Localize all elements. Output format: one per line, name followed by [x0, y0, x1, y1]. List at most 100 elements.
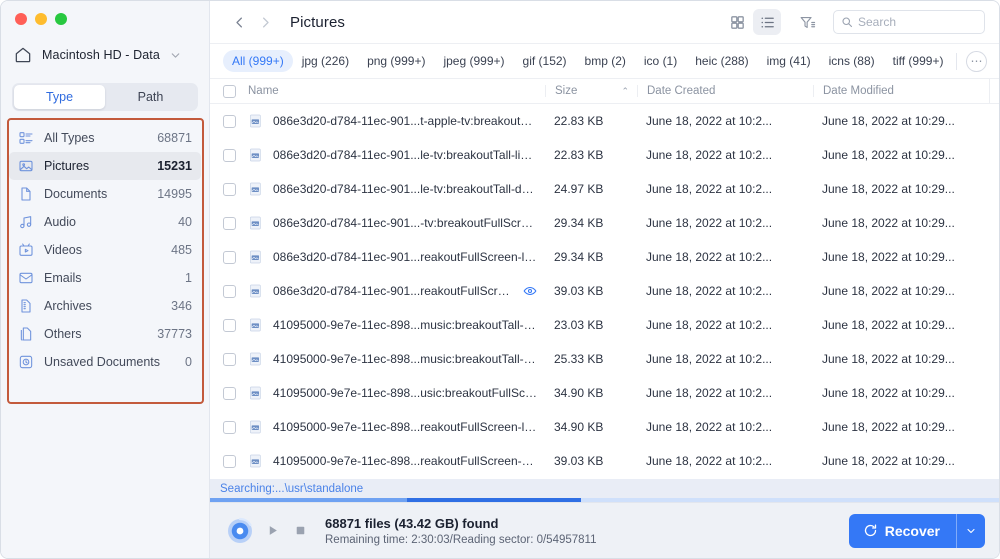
column-header-size[interactable]: Size ⌃ [545, 85, 637, 97]
filter-button[interactable] [793, 9, 821, 35]
sidebar-item-others[interactable]: Others 37773 [9, 320, 201, 348]
row-checkbox[interactable] [210, 285, 248, 298]
sidebar-mode-segmented-control[interactable]: Type Path [12, 83, 198, 111]
file-name-cell[interactable]: 086e3d20-d784-11ec-901...le-tv:breakoutT… [248, 181, 545, 197]
sidebar-item-emails[interactable]: Emails 1 [9, 264, 201, 292]
resume-scan-button[interactable] [261, 520, 283, 542]
recover-button-label: Recover [885, 523, 940, 539]
table-row[interactable]: 41095000-9e7e-11ec-898...reakoutFullScre… [210, 410, 999, 444]
table-row[interactable]: 41095000-9e7e-11ec-898...reakoutFullScre… [210, 444, 999, 478]
row-checkbox[interactable] [210, 387, 248, 400]
sidebar-item-documents[interactable]: Documents 14995 [9, 180, 201, 208]
table-row[interactable]: 086e3d20-d784-11ec-901...reakoutFullScre… [210, 274, 999, 308]
chip-bmp[interactable]: bmp (2) [576, 50, 635, 72]
sidebar-item-videos[interactable]: Videos 485 [9, 236, 201, 264]
recover-button-group[interactable]: Recover [849, 514, 985, 548]
search-box[interactable] [833, 10, 985, 34]
scan-progress-bar [210, 498, 999, 502]
minimize-window-button[interactable] [35, 13, 47, 25]
column-header-date-modified[interactable]: Date Modified [813, 85, 989, 97]
footer-status-bar: 68871 files (43.42 GB) found Remaining t… [210, 502, 999, 558]
file-size-cell: 39.03 KB [545, 284, 637, 298]
chip-tiff[interactable]: tiff (999+) [884, 50, 953, 72]
table-row[interactable]: 086e3d20-d784-11ec-901...le-tv:breakoutT… [210, 172, 999, 206]
file-name-cell[interactable]: 086e3d20-d784-11ec-901...le-tv:breakoutT… [248, 147, 545, 163]
maximize-window-button[interactable] [55, 13, 67, 25]
traffic-lights [1, 1, 209, 37]
file-name-cell[interactable]: 41095000-9e7e-11ec-898...music:breakoutT… [248, 351, 545, 367]
select-all-checkbox[interactable] [210, 85, 248, 98]
chip-heic[interactable]: heic (288) [686, 50, 757, 72]
column-header-date-created[interactable]: Date Created [637, 85, 813, 97]
recover-dropdown-button[interactable] [957, 514, 985, 548]
image-file-icon [248, 317, 264, 333]
file-name-cell[interactable]: 41095000-9e7e-11ec-898...music:breakoutT… [248, 317, 545, 333]
sidebar-item-label: All Types [44, 131, 147, 145]
sidebar-item-label: Emails [44, 271, 175, 285]
more-options-button[interactable]: ⋯ [966, 51, 987, 72]
table-row[interactable]: 41095000-9e7e-11ec-898...usic:breakoutFu… [210, 376, 999, 410]
sidebar-item-all-types[interactable]: All Types 68871 [9, 124, 201, 152]
row-checkbox[interactable] [210, 183, 248, 196]
row-checkbox[interactable] [210, 421, 248, 434]
search-input[interactable] [858, 15, 977, 29]
chip-jpg[interactable]: jpg (226) [293, 50, 358, 72]
file-list[interactable]: 086e3d20-d784-11ec-901...t-apple-tv:brea… [210, 104, 999, 479]
archives-icon [18, 298, 34, 314]
file-name-cell[interactable]: 41095000-9e7e-11ec-898...reakoutFullScre… [248, 453, 545, 469]
file-name-cell[interactable]: 086e3d20-d784-11ec-901...reakoutFullScre… [248, 283, 545, 299]
sidebar-item-label: Pictures [44, 159, 147, 173]
sidebar-item-unsaved-documents[interactable]: Unsaved Documents 0 [9, 348, 201, 376]
drive-selector[interactable]: Macintosh HD - Data [1, 37, 209, 73]
sidebar-item-label: Documents [44, 187, 147, 201]
sidebar-item-count: 40 [178, 215, 192, 229]
sort-ascending-icon: ⌃ [621, 86, 629, 97]
tab-path[interactable]: Path [105, 85, 196, 109]
stop-scan-button[interactable] [289, 520, 311, 542]
chip-all[interactable]: All (999+) [223, 50, 293, 72]
image-file-icon [248, 419, 264, 435]
grid-view-button[interactable] [723, 9, 751, 35]
chip-icns[interactable]: icns (88) [820, 50, 884, 72]
table-row[interactable]: 41095000-9e7e-11ec-898...music:breakoutT… [210, 342, 999, 376]
forward-button[interactable] [252, 9, 278, 35]
sidebar-item-pictures[interactable]: Pictures 15231 [9, 152, 201, 180]
file-name-label: 41095000-9e7e-11ec-898...reakoutFullScre… [273, 420, 537, 434]
table-row[interactable]: 086e3d20-d784-11ec-901...le-tv:breakoutT… [210, 138, 999, 172]
chip-img[interactable]: img (41) [758, 50, 820, 72]
sidebar-item-count: 14995 [157, 187, 192, 201]
chip-jpeg[interactable]: jpeg (999+) [434, 50, 513, 72]
close-window-button[interactable] [15, 13, 27, 25]
recover-button[interactable]: Recover [849, 514, 956, 548]
row-checkbox[interactable] [210, 319, 248, 332]
file-name-cell[interactable]: 086e3d20-d784-11ec-901...reakoutFullScre… [248, 249, 545, 265]
tab-type[interactable]: Type [14, 85, 105, 109]
preview-eye-icon[interactable] [523, 284, 537, 298]
file-name-cell[interactable]: 086e3d20-d784-11ec-901...t-apple-tv:brea… [248, 113, 545, 129]
file-name-cell[interactable]: 086e3d20-d784-11ec-901...-tv:breakoutFul… [248, 215, 545, 231]
table-row[interactable]: 086e3d20-d784-11ec-901...-tv:breakoutFul… [210, 206, 999, 240]
scan-summary: 68871 files (43.42 GB) found Remaining t… [325, 516, 597, 546]
image-file-icon [248, 249, 264, 265]
chip-gif[interactable]: gif (152) [514, 50, 576, 72]
back-button[interactable] [226, 9, 252, 35]
file-name-cell[interactable]: 41095000-9e7e-11ec-898...usic:breakoutFu… [248, 385, 545, 401]
row-checkbox[interactable] [210, 251, 248, 264]
file-name-label: 086e3d20-d784-11ec-901...t-apple-tv:brea… [273, 114, 537, 128]
chip-png[interactable]: png (999+) [358, 50, 434, 72]
table-row[interactable]: 086e3d20-d784-11ec-901...reakoutFullScre… [210, 240, 999, 274]
chip-ico[interactable]: ico (1) [635, 50, 686, 72]
row-checkbox[interactable] [210, 353, 248, 366]
row-checkbox[interactable] [210, 217, 248, 230]
date-modified-cell: June 18, 2022 at 10:29... [813, 148, 989, 162]
row-checkbox[interactable] [210, 455, 248, 468]
column-header-name[interactable]: Name [248, 85, 545, 97]
file-name-cell[interactable]: 41095000-9e7e-11ec-898...reakoutFullScre… [248, 419, 545, 435]
row-checkbox[interactable] [210, 149, 248, 162]
list-view-button[interactable] [753, 9, 781, 35]
table-row[interactable]: 41095000-9e7e-11ec-898...music:breakoutT… [210, 308, 999, 342]
sidebar-item-archives[interactable]: Archives 346 [9, 292, 201, 320]
table-row[interactable]: 086e3d20-d784-11ec-901...t-apple-tv:brea… [210, 104, 999, 138]
row-checkbox[interactable] [210, 115, 248, 128]
sidebar-item-audio[interactable]: Audio 40 [9, 208, 201, 236]
